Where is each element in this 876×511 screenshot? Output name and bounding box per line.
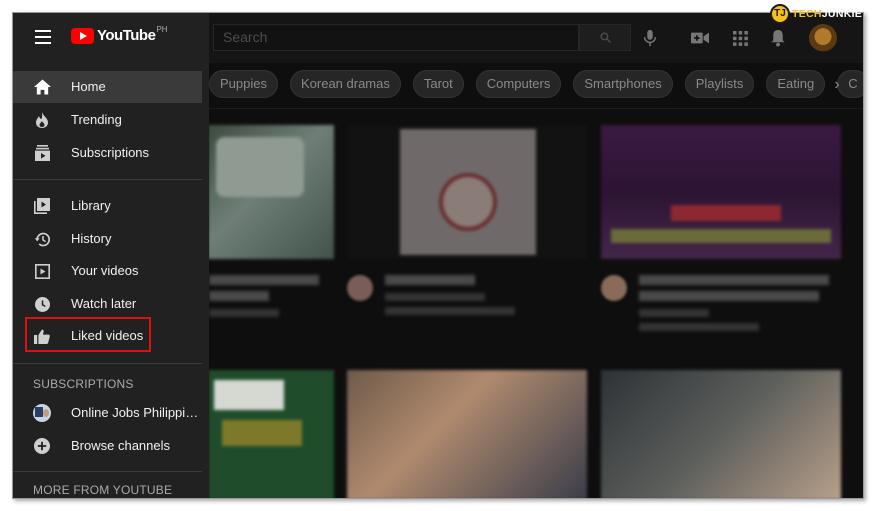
watermark-text: TECHJUNKIE <box>792 8 862 20</box>
divider <box>13 179 202 180</box>
youtube-logo[interactable]: YouTube PH <box>71 25 168 44</box>
chip[interactable]: Eating <box>766 70 826 98</box>
your-videos-icon <box>33 262 51 280</box>
techjunkie-watermark: TJ TECHJUNKIE <box>770 4 862 24</box>
chevron-right-icon[interactable]: › <box>825 73 849 97</box>
logo-text: YouTube <box>97 27 156 44</box>
menu-icon[interactable] <box>35 30 51 44</box>
watermark-text-a: TECH <box>792 8 822 20</box>
video-meta <box>209 275 329 317</box>
sidebar-item-label: History <box>71 231 112 246</box>
video-meta <box>385 275 575 315</box>
chip[interactable]: Playlists <box>684 70 755 98</box>
sidebar-item-label: Home <box>71 79 106 94</box>
video-thumbnail[interactable] <box>208 370 334 498</box>
chip[interactable]: Tarot <box>412 70 464 98</box>
chip[interactable]: Smartphones <box>573 70 673 98</box>
video-thumbnail[interactable] <box>347 370 587 498</box>
logo-region: PH <box>156 25 168 34</box>
home-icon <box>33 78 51 96</box>
video-thumbnail[interactable] <box>347 125 587 259</box>
flame-icon <box>33 111 51 129</box>
divider <box>13 471 202 472</box>
watermark-text-b: JUNKIE <box>821 8 863 20</box>
search-input[interactable]: Search <box>213 24 579 51</box>
library-icon <box>33 197 51 215</box>
sidebar-item-your-videos[interactable]: Your videos <box>13 255 209 287</box>
divider <box>209 108 863 109</box>
sidebar-item-library[interactable]: Library <box>13 190 209 222</box>
youtube-play-icon <box>71 27 94 44</box>
sidebar-item-label: Subscriptions <box>71 145 150 160</box>
video-thumbnail[interactable] <box>208 125 334 259</box>
sidebar-item-label: Your videos <box>71 263 139 278</box>
more-from-youtube-heading: MORE FROM YOUTUBE <box>33 483 173 497</box>
account-avatar[interactable] <box>809 24 837 52</box>
sidebar-item-watch-later[interactable]: Watch later <box>13 288 209 320</box>
create-video-icon[interactable] <box>689 27 711 49</box>
subscriptions-icon <box>33 144 51 162</box>
sidebar-item-label: Trending <box>71 112 122 127</box>
sidebar: YouTube PH Home Trending Subscriptions L… <box>13 13 209 498</box>
sidebar-item-home[interactable]: Home <box>13 71 202 103</box>
add-circle-icon <box>33 437 51 455</box>
highlight-annotation <box>25 317 151 352</box>
sidebar-item-label: Library <box>71 198 111 213</box>
video-meta <box>639 275 839 331</box>
video-thumbnail[interactable] <box>601 370 841 498</box>
sidebar-item-label: Browse channels <box>71 438 170 453</box>
sidebar-item-history[interactable]: History <box>13 223 209 255</box>
sidebar-item-subscriptions[interactable]: Subscriptions <box>13 137 209 169</box>
mic-icon[interactable] <box>639 27 661 49</box>
channel-avatar[interactable] <box>601 275 627 301</box>
search-icon <box>599 32 611 43</box>
apps-grid-icon[interactable] <box>729 27 751 49</box>
bell-icon[interactable] <box>767 27 789 49</box>
sidebar-item-label: Online Jobs Philippin... <box>71 405 199 420</box>
watermark-badge: TJ <box>770 4 790 24</box>
channel-avatar[interactable] <box>347 275 373 301</box>
clock-icon <box>33 295 51 313</box>
chip[interactable]: Computers <box>475 70 562 98</box>
divider <box>13 363 202 364</box>
subscriptions-heading: SUBSCRIPTIONS <box>33 377 134 391</box>
chip-bar: Puppies Korean dramas Tarot Computers Sm… <box>209 70 863 100</box>
sidebar-item-trending[interactable]: Trending <box>13 104 209 136</box>
chip[interactable]: Korean dramas <box>289 70 401 98</box>
sidebar-header: YouTube PH <box>13 13 209 63</box>
channel-avatar <box>33 404 51 422</box>
search-button[interactable] <box>579 24 631 51</box>
video-thumbnail[interactable] <box>601 125 841 259</box>
chip[interactable]: Puppies <box>209 70 278 98</box>
history-icon <box>33 230 51 248</box>
sidebar-item-label: Watch later <box>71 296 137 311</box>
sidebar-item-channel[interactable]: Online Jobs Philippin... <box>13 397 209 429</box>
sidebar-item-browse-channels[interactable]: Browse channels <box>13 430 209 462</box>
app-window: Search Puppies Korean dramas Tarot Compu… <box>12 12 864 499</box>
